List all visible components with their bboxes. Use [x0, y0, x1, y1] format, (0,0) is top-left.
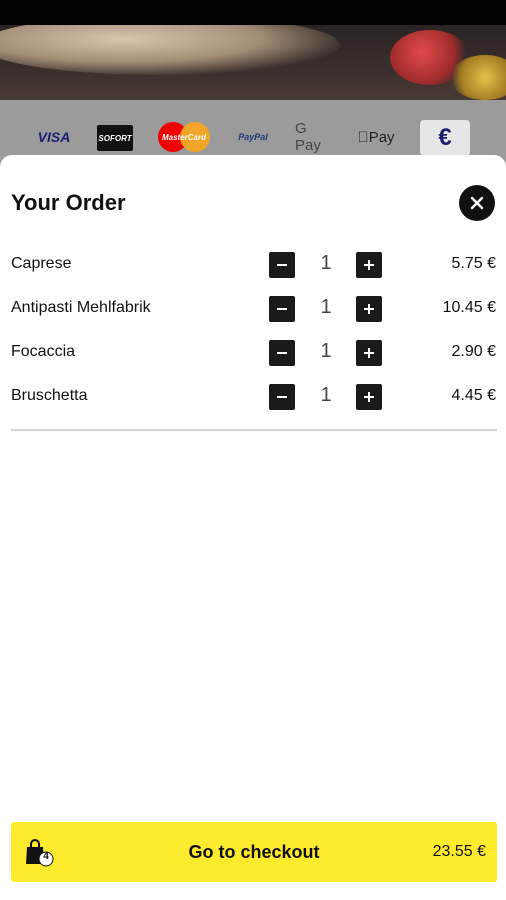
item-name: Caprese [11, 255, 72, 272]
checkout-button[interactable]: 4 Go to checkout 23.55 € [11, 822, 497, 882]
order-item-row: Bruschetta 1 4.45 € [0, 381, 506, 411]
minus-icon [277, 264, 287, 266]
decrease-quantity-button[interactable] [269, 384, 295, 410]
item-price: 10.45 € [442, 299, 496, 316]
mastercard-logo: MasterCard [158, 122, 210, 152]
order-sheet: Your Order Caprese 1 5.75 € Antipasti Me… [0, 155, 506, 900]
close-button[interactable] [459, 185, 495, 221]
minus-icon [277, 308, 287, 310]
plus-icon [364, 260, 374, 270]
order-item-row: Antipasti Mehlfabrik 1 10.45 € [0, 293, 506, 323]
minus-icon [277, 352, 287, 354]
decrease-quantity-button[interactable] [269, 340, 295, 366]
status-bar [0, 0, 506, 25]
item-price: 5.75 € [451, 255, 496, 272]
paypal-logo: PayPal [238, 132, 268, 142]
divider [11, 429, 497, 431]
decrease-quantity-button[interactable] [269, 296, 295, 322]
item-name: Focaccia [11, 343, 76, 360]
item-name: Antipasti Mehlfabrik [11, 299, 151, 316]
item-quantity: 1 [320, 252, 332, 274]
item-name: Bruschetta [11, 387, 88, 404]
item-price: 4.45 € [451, 387, 496, 404]
plus-icon [364, 348, 374, 358]
restaurant-hero-image [0, 25, 506, 100]
decrease-quantity-button[interactable] [269, 252, 295, 278]
close-icon [470, 196, 484, 210]
plus-icon [364, 392, 374, 402]
apple-pay-logo: Pay [357, 128, 394, 146]
increase-quantity-button[interactable] [356, 384, 382, 410]
item-quantity: 1 [320, 296, 332, 318]
item-quantity: 1 [320, 340, 332, 362]
checkout-label: Go to checkout [188, 842, 320, 862]
order-item-row: Caprese 1 5.75 € [0, 249, 506, 279]
order-item-row: Focaccia 1 2.90 € [0, 337, 506, 367]
increase-quantity-button[interactable] [356, 340, 382, 366]
plus-icon [364, 304, 374, 314]
increase-quantity-button[interactable] [356, 296, 382, 322]
order-title: Your Order [11, 190, 126, 215]
cash-euro-logo: € [420, 120, 470, 156]
item-quantity: 1 [320, 384, 332, 406]
google-pay-logo: G Pay [295, 120, 321, 154]
checkout-total: 23.55 € [432, 843, 486, 860]
increase-quantity-button[interactable] [356, 252, 382, 278]
visa-logo: VISA [37, 129, 71, 145]
sofort-logo: SOFORT [97, 125, 133, 151]
minus-icon [277, 396, 287, 398]
item-price: 2.90 € [451, 343, 496, 360]
